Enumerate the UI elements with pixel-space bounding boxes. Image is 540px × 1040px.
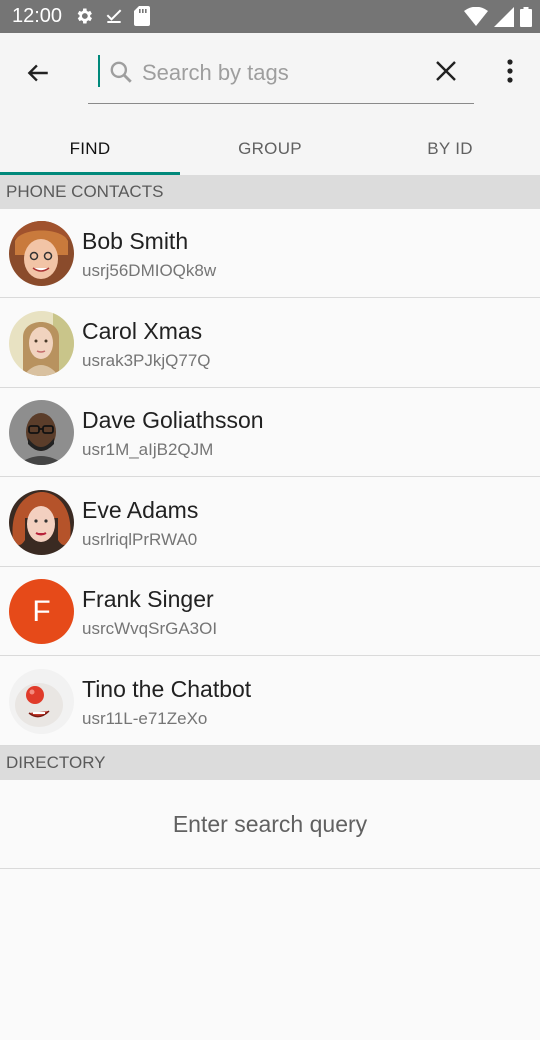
directory-empty-message: Enter search query	[0, 781, 540, 869]
section-header-directory: DIRECTORY	[0, 746, 540, 780]
tab-find[interactable]: FIND	[0, 123, 180, 175]
contact-row-bob-smith[interactable]: Bob Smith usrj56DMIOQk8w	[0, 209, 540, 298]
signal-icon	[494, 7, 514, 27]
status-bar: 12:00	[0, 0, 540, 33]
contact-id: usrj56DMIOQk8w	[82, 261, 217, 280]
search-icon	[110, 61, 132, 83]
contact-row-eve-adams[interactable]: Eve Adams usrlriqlPrRWA0	[0, 478, 540, 567]
contact-name: Eve Adams	[82, 497, 199, 523]
contact-name: Tino the Chatbot	[82, 676, 252, 702]
contact-id: usrak3PJkjQ77Q	[82, 351, 211, 370]
contact-name: Frank Singer	[82, 586, 214, 612]
avatar	[9, 490, 74, 555]
avatar	[9, 669, 74, 734]
section-header-phone-contacts: PHONE CONTACTS	[0, 175, 540, 209]
back-button[interactable]	[20, 55, 56, 91]
download-done-icon	[106, 9, 122, 23]
text-cursor	[98, 55, 100, 87]
more-options-button[interactable]	[496, 55, 524, 87]
contact-id: usr11L-e71ZeXo	[82, 709, 208, 728]
more-vert-icon	[507, 59, 513, 83]
contact-name: Dave Goliathsson	[82, 407, 264, 433]
gear-icon	[77, 8, 92, 24]
contact-id: usr1M_aIjB2QJM	[82, 440, 214, 459]
contact-row-tino-the-chatbot[interactable]: Tino the Chatbot usr11L-e71ZeXo	[0, 657, 540, 746]
tab-bar: FIND GROUP BY ID	[0, 123, 540, 175]
arrow-back-icon	[27, 64, 48, 82]
avatar-letter: F	[9, 579, 74, 644]
search-input[interactable]	[142, 55, 412, 91]
sd-card-icon	[134, 6, 150, 26]
search-field[interactable]	[88, 51, 474, 104]
battery-icon	[520, 7, 532, 27]
contact-row-frank-singer[interactable]: F Frank Singer usrcWvqSrGA3OI	[0, 567, 540, 656]
contact-id: usrcWvqSrGA3OI	[82, 619, 218, 638]
clear-search-button[interactable]	[430, 55, 462, 87]
tab-by-id[interactable]: BY ID	[360, 123, 540, 175]
contact-row-carol-xmas[interactable]: Carol Xmas usrak3PJkjQ77Q	[0, 299, 540, 388]
contact-row-dave-goliathsson[interactable]: Dave Goliathsson usr1M_aIjB2QJM	[0, 388, 540, 477]
status-time: 12:00	[12, 5, 63, 27]
contact-name: Bob Smith	[82, 228, 189, 254]
contact-name: Carol Xmas	[82, 318, 203, 344]
avatar	[9, 221, 74, 286]
app-bar: FIND GROUP BY ID	[0, 33, 540, 175]
tab-group[interactable]: GROUP	[180, 123, 360, 175]
avatar	[9, 400, 74, 465]
close-icon	[436, 61, 456, 81]
avatar-initial: F	[32, 594, 51, 628]
wifi-icon	[464, 7, 488, 26]
avatar	[9, 311, 74, 376]
contact-id: usrlriqlPrRWA0	[82, 530, 198, 549]
